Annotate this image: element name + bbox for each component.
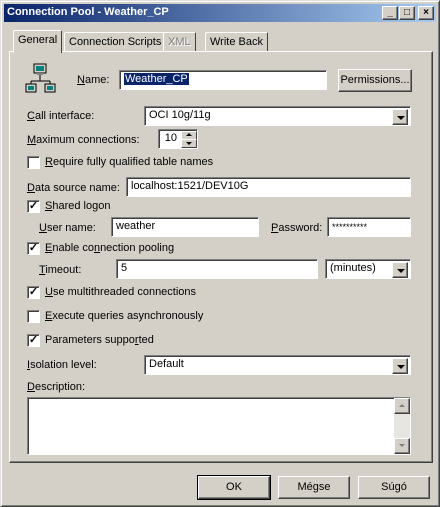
- ok-button[interactable]: OK: [197, 475, 271, 500]
- shared-logon-label: Shared logon: [45, 200, 111, 212]
- call-interface-select[interactable]: OCI 10g/11g: [144, 106, 411, 126]
- timeout-input[interactable]: 5: [116, 259, 318, 279]
- multithreaded-checkbox[interactable]: ✓: [27, 286, 40, 299]
- call-interface-dropdown-button[interactable]: [392, 109, 408, 125]
- require-qualified-label: Require fully qualified table names: [45, 156, 214, 168]
- password-label: Password:: [271, 222, 323, 234]
- max-connections-label: Maximum connections:: [27, 134, 140, 146]
- name-label: Name:: [77, 74, 110, 86]
- enable-pooling-label: Enable connection pooling: [45, 242, 175, 254]
- name-value: Weather_CP: [124, 73, 189, 85]
- isolation-dropdown-button[interactable]: [392, 358, 408, 374]
- check-icon: ✓: [28, 242, 39, 254]
- title-bar[interactable]: Connection Pool - Weather_CP _ □ ×: [4, 4, 436, 22]
- data-source-input[interactable]: localhost:1521/DEV10G: [126, 177, 411, 197]
- close-icon: ×: [423, 7, 429, 18]
- help-label: Súgó: [381, 481, 407, 493]
- connection-pool-dialog: Connection Pool - Weather_CP _ □ × Gener…: [0, 0, 440, 507]
- isolation-value: Default: [149, 358, 184, 370]
- chevron-up-icon: [399, 404, 405, 407]
- timeout-label: Timeout:: [39, 264, 82, 276]
- tab-label: Write Back: [210, 36, 263, 48]
- call-interface-value: OCI 10g/11g: [149, 109, 211, 121]
- chevron-down-icon: [397, 365, 405, 369]
- help-button[interactable]: Súgó: [358, 476, 430, 499]
- maximize-button[interactable]: □: [399, 6, 415, 20]
- permissions-button[interactable]: Permissions...: [338, 69, 412, 92]
- call-interface-label: Call interface:: [27, 110, 95, 122]
- params-label: Parameters supported: [45, 334, 154, 346]
- chevron-down-icon: [397, 269, 405, 273]
- chevron-down-icon: [399, 444, 405, 447]
- name-input[interactable]: Weather_CP: [119, 70, 327, 90]
- tab-label: Connection Scripts: [69, 36, 162, 48]
- multithreaded-label: Use multithreaded connections: [45, 286, 197, 298]
- scroll-down-button[interactable]: [394, 438, 410, 454]
- password-value: **********: [332, 222, 368, 232]
- minimize-button[interactable]: _: [382, 6, 398, 20]
- check-icon: ✓: [28, 334, 39, 346]
- check-icon: ✓: [28, 200, 39, 212]
- password-input[interactable]: **********: [327, 217, 411, 237]
- data-source-value: localhost:1521/DEV10G: [131, 180, 249, 192]
- ok-label: OK: [226, 481, 242, 493]
- timeout-value: 5: [121, 262, 128, 274]
- chevron-down-icon: [186, 142, 192, 145]
- enable-pooling-checkbox[interactable]: ✓: [27, 242, 40, 255]
- tab-general[interactable]: General: [13, 30, 63, 53]
- network-icon: [25, 63, 56, 93]
- user-name-value: weather: [116, 220, 156, 232]
- async-label: Execute queries asynchronously: [45, 310, 204, 322]
- scroll-up-button[interactable]: [394, 398, 410, 414]
- tab-write-back[interactable]: Write Back: [205, 32, 268, 52]
- require-qualified-checkbox[interactable]: [27, 156, 40, 169]
- description-label: Description:: [27, 381, 86, 393]
- user-name-label: User name:: [39, 222, 96, 234]
- shared-logon-checkbox[interactable]: ✓: [27, 200, 40, 213]
- params-checkbox[interactable]: ✓: [27, 334, 40, 347]
- async-checkbox[interactable]: [27, 310, 40, 323]
- chevron-down-icon: [397, 116, 405, 120]
- tab-connection-scripts[interactable]: Connection Scripts: [64, 32, 167, 52]
- tab-xml: XML: [163, 32, 196, 52]
- window-title: Connection Pool - Weather_CP: [7, 6, 169, 18]
- description-scrollbar[interactable]: [394, 398, 410, 454]
- cancel-label: Mégse: [297, 481, 331, 493]
- isolation-label: Isolation level:: [27, 359, 97, 371]
- user-name-input[interactable]: weather: [111, 217, 259, 237]
- permissions-label: Permissions...: [340, 74, 410, 86]
- spin-down-button[interactable]: [181, 139, 197, 148]
- description-textarea[interactable]: [27, 397, 411, 455]
- max-connections-value: 10: [164, 132, 177, 144]
- tab-label: General: [18, 34, 58, 46]
- check-icon: ✓: [28, 286, 39, 298]
- close-button[interactable]: ×: [418, 6, 434, 20]
- maximize-icon: □: [403, 7, 411, 18]
- tab-label: XML: [168, 36, 191, 48]
- timeout-unit-dropdown-button[interactable]: [392, 262, 408, 278]
- timeout-unit-select[interactable]: (minutes): [325, 259, 411, 279]
- chevron-up-icon: [186, 133, 192, 136]
- cancel-button[interactable]: Mégse: [278, 476, 350, 499]
- data-source-label: Data source name:: [27, 182, 120, 194]
- minimize-icon: _: [387, 7, 393, 18]
- isolation-select[interactable]: Default: [144, 355, 411, 375]
- timeout-unit-value: (minutes): [330, 262, 376, 274]
